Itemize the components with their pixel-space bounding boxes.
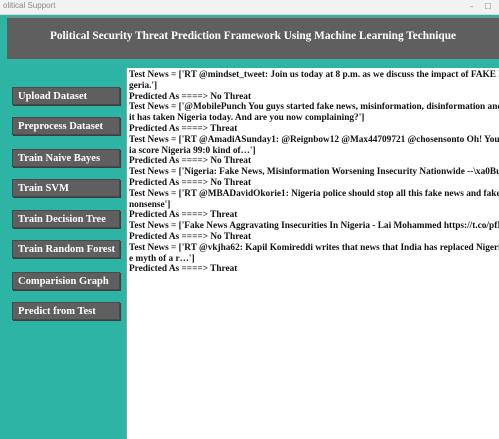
comparison-graph-button[interactable]: Comparision Graph <box>12 272 120 290</box>
upload-dataset-button[interactable]: Upload Dataset <box>12 87 120 105</box>
output-line: Predicted As ====> No Threat <box>129 91 252 102</box>
output-line: e myth of a r…'] <box>129 253 195 264</box>
maximize-icon[interactable]: ☐ <box>481 0 495 13</box>
train-random-forest-button[interactable]: Train Random Forest <box>12 240 120 258</box>
output-text-area[interactable]: Test News = ['RT @mindset_tweet: Join us… <box>126 68 499 439</box>
train-naive-bayes-button[interactable]: Train Naive Bayes <box>12 149 120 167</box>
output-line: Test News = ['RT @MBADavidOkorie1: Niger… <box>129 188 499 199</box>
output-line: Predicted As ====> No Threat <box>129 231 252 242</box>
page-title: Political Security Threat Prediction Fra… <box>49 30 457 42</box>
train-svm-button[interactable]: Train SVM <box>12 179 120 197</box>
preprocess-dataset-button[interactable]: Preprocess Dataset <box>12 117 120 135</box>
train-decision-tree-button[interactable]: Train Decision Tree <box>12 210 120 228</box>
window-title: olitical Support <box>3 1 56 10</box>
output-line: Test News = ['Fake News Aggravating Inse… <box>129 221 499 232</box>
output-line: Predicted As ====> Threat <box>129 210 238 221</box>
output-line: it has taken Nigeria today. And are you … <box>129 113 365 124</box>
predict-from-test-button[interactable]: Predict from Test <box>12 302 120 320</box>
output-line: nonsense'] <box>129 199 171 210</box>
minimize-icon[interactable]: – <box>464 0 478 13</box>
window-titlebar: olitical Support – ☐ <box>0 0 499 15</box>
output-line: Predicted As ====> No Threat <box>129 177 252 188</box>
output-line: Predicted As ====> Threat <box>129 123 238 134</box>
output-line: Test News = ['RT @mindset_tweet: Join us… <box>129 70 499 80</box>
window-controls: – ☐ <box>464 0 495 13</box>
output-line: ia score Nigeria 99:0 kind of…'] <box>129 145 256 156</box>
header-banner: Political Security Threat Prediction Fra… <box>7 17 499 59</box>
output-lines: Test News = ['RT @mindset_tweet: Join us… <box>127 68 499 275</box>
output-line: Predicted As ====> Threat <box>129 264 238 275</box>
output-line: Test News = ['@MobilePunch You guys star… <box>129 102 499 113</box>
output-line: geria.'] <box>129 80 158 91</box>
output-line: Predicted As ====> No Threat <box>129 156 252 167</box>
output-line: Test News = ['Nigeria: Fake News, Misinf… <box>129 167 499 178</box>
output-line: Test News = ['RT @AmadiASunday1: @Reignb… <box>129 134 499 145</box>
output-line: Test News = ['RT @vkjha62: Kapil Komired… <box>129 242 499 253</box>
